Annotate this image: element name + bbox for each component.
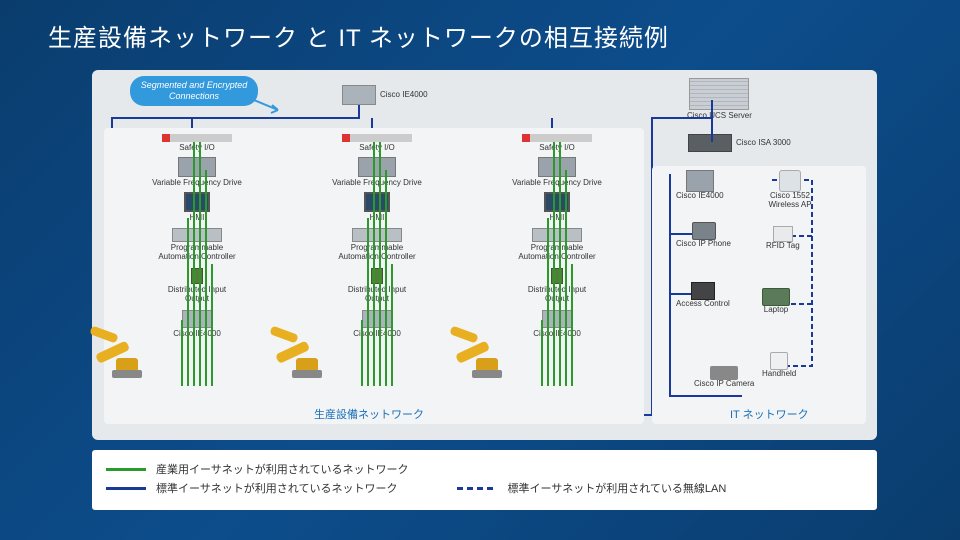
ap-icon: [779, 170, 801, 192]
laptop: Laptop: [762, 288, 790, 315]
switch-icon: [182, 310, 212, 328]
safety-io: Safety I/O: [290, 130, 464, 153]
legend-line-wireless: [457, 487, 497, 490]
dio: Distributed Input Output: [110, 262, 284, 304]
handheld: Handheld: [762, 352, 796, 379]
production-zone-title: 生産設備ネットワーク: [314, 406, 424, 422]
robot-arm-icon: [450, 326, 510, 386]
vfd-icon: [538, 157, 576, 177]
server-icon: [689, 78, 749, 110]
ucs-label: Cisco UCS Server: [687, 112, 752, 121]
production-cell-1: Safety I/O Variable Frequency Drive HMI …: [110, 130, 284, 408]
hmi: HMI: [470, 188, 644, 223]
dio-icon: [551, 268, 563, 284]
top-switch: Cisco IE4000: [342, 85, 428, 105]
pac-icon: [352, 228, 402, 242]
legend: 産業用イーサネットが利用されているネットワーク 標準イーサネットが利用されている…: [92, 450, 877, 510]
production-cell-3: Safety I/O Variable Frequency Drive HMI …: [470, 130, 644, 408]
it-zone: Cisco IE4000 Cisco IP Phone Access Contr…: [652, 166, 866, 424]
production-zone: 生産設備ネットワーク Safety I/O Variable Frequency…: [104, 128, 644, 424]
pac: Programmable Automation Controller: [290, 222, 464, 262]
vfd: Variable Frequency Drive: [470, 153, 644, 188]
isa-label: Cisco ISA 3000: [736, 139, 791, 148]
rfid-tag: RFID Tag: [766, 226, 800, 251]
camera-icon: [710, 366, 738, 380]
hmi: HMI: [110, 188, 284, 223]
legend-industrial: 産業用イーサネットが利用されているネットワーク: [156, 461, 408, 477]
pac: Programmable Automation Controller: [470, 222, 644, 262]
hmi-icon: [364, 192, 390, 212]
handheld-icon: [770, 352, 788, 370]
slide-title: 生産設備ネットワーク と IT ネットワークの相互接続例: [0, 0, 960, 53]
phone-icon: [692, 222, 716, 240]
switch-icon: [362, 310, 392, 328]
hmi: HMI: [290, 188, 464, 223]
safety-io-icon: [522, 134, 592, 142]
pac-icon: [532, 228, 582, 242]
legend-line-standard: [106, 487, 146, 490]
pac: Programmable Automation Controller: [110, 222, 284, 262]
ip-camera: Cisco IP Camera: [694, 366, 754, 389]
vfd-icon: [358, 157, 396, 177]
ip-phone: Cisco IP Phone: [676, 222, 731, 249]
it-ie4000: Cisco IE4000: [676, 170, 724, 201]
pac-icon: [172, 228, 222, 242]
dio: Distributed Input Output: [290, 262, 464, 304]
wireless-ap: Cisco 1552 Wireless AP: [762, 170, 818, 210]
callout-badge: Segmented and Encrypted Connections: [130, 76, 258, 106]
vfd: Variable Frequency Drive: [110, 153, 284, 188]
access-control: Access Control: [676, 282, 730, 309]
dio-icon: [191, 268, 203, 284]
switch-icon: [542, 310, 572, 328]
switch-icon: [686, 170, 714, 192]
hmi-icon: [544, 192, 570, 212]
legend-standard: 標準イーサネットが利用されているネットワーク: [156, 480, 397, 496]
dio-icon: [371, 268, 383, 284]
legend-line-industrial: [106, 468, 146, 471]
isa-3000: Cisco ISA 3000: [688, 134, 791, 152]
vfd: Variable Frequency Drive: [290, 153, 464, 188]
rfid-icon: [773, 226, 793, 242]
laptop-icon: [762, 288, 790, 306]
robot-arm-icon: [90, 326, 150, 386]
hmi-icon: [184, 192, 210, 212]
ucs-server: Cisco UCS Server: [687, 78, 752, 121]
vfd-icon: [178, 157, 216, 177]
robot-arm-icon: [270, 326, 330, 386]
legend-wireless: 標準イーサネットが利用されている無線LAN: [507, 480, 726, 496]
access-icon: [691, 282, 715, 300]
safety-io: Safety I/O: [470, 130, 644, 153]
safety-io-icon: [342, 134, 412, 142]
safety-io-icon: [162, 134, 232, 142]
production-cell-2: Safety I/O Variable Frequency Drive HMI …: [290, 130, 464, 408]
dio: Distributed Input Output: [470, 262, 644, 304]
it-zone-title: IT ネットワーク: [730, 406, 809, 422]
safety-io: Safety I/O: [110, 130, 284, 153]
firewall-icon: [688, 134, 732, 152]
diagram-panel: Segmented and Encrypted Connections Cisc…: [92, 70, 877, 440]
top-switch-label: Cisco IE4000: [380, 91, 428, 100]
switch-icon: [342, 85, 376, 105]
